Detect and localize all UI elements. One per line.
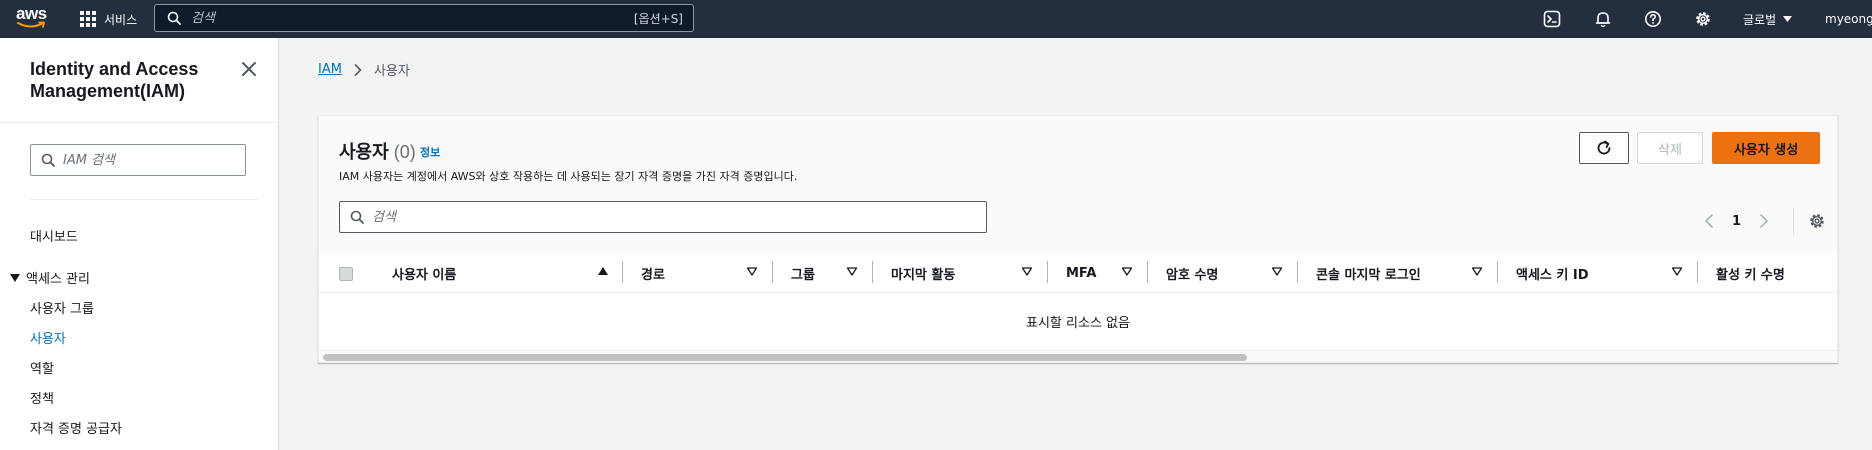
users-search-input[interactable] [372,209,972,225]
sort-icon[interactable] [1271,265,1283,277]
chevron-right-icon [354,63,362,76]
chevron-left-icon[interactable] [1704,213,1714,229]
column-divider[interactable] [772,261,773,283]
sort-icon[interactable] [1021,265,1033,277]
grid-icon [80,11,96,27]
column-header-console-last-sign-in[interactable]: 콘솔 마지막 로그인 [1316,253,1421,293]
sidebar-item-policies[interactable]: 정책 [30,388,54,407]
panel-header: 사용자 (0) 정보 IAM 사용자는 계정에서 AWS와 상호 작용하는 데 … [319,116,1837,253]
sidebar-section-label: 액세스 관리 [26,272,90,287]
sort-icon[interactable] [1671,265,1683,277]
close-icon[interactable] [240,60,258,78]
info-link[interactable]: 정보 [420,144,440,160]
search-icon [167,11,181,25]
services-menu[interactable]: 서비스 [80,0,137,38]
services-label: 서비스 [104,12,138,27]
column-divider[interactable] [1047,261,1048,283]
sidebar-divider [0,122,279,123]
column-header-user-name[interactable]: 사용자 이름 [392,253,456,293]
column-divider[interactable] [1497,261,1498,283]
caret-down-icon [10,273,20,282]
select-all-checkbox[interactable] [339,267,353,281]
sidebar-search[interactable] [30,144,246,176]
panel-title-text: 사용자 [339,142,389,162]
top-navigation: aws 서비스 [옵션+S] [0,0,1872,38]
sidebar: Identity and Access Management(IAM) 대시보드… [0,38,279,450]
panel-description: IAM 사용자는 계정에서 AWS와 상호 작용하는 데 사용되는 장기 자격 … [339,170,798,183]
aws-logo-text: aws [16,4,47,23]
sidebar-item-dashboard[interactable]: 대시보드 [30,226,78,245]
column-header-access-key-id[interactable]: 액세스 키 ID [1516,253,1589,293]
cloudshell-icon[interactable] [1542,9,1562,29]
search-shortcut: [옵션+S] [633,11,683,26]
panel-title: 사용자 (0) [339,138,416,164]
users-search[interactable] [339,201,987,233]
horizontal-scrollbar[interactable] [319,350,1837,362]
column-header-path[interactable]: 경로 [641,253,665,293]
sidebar-item-roles[interactable]: 역할 [30,358,54,377]
refresh-icon [1597,140,1611,155]
create-user-button[interactable]: 사용자 생성 [1712,132,1820,164]
column-divider[interactable] [872,261,873,283]
chevron-right-icon[interactable] [1759,213,1769,229]
sort-icon[interactable] [1121,265,1133,277]
region-label: 글로벌 [1743,12,1777,27]
breadcrumb-current: 사용자 [373,64,410,79]
account-label: myeongs [1825,12,1872,26]
column-divider[interactable] [622,261,623,283]
sidebar-section-access-management[interactable]: 액세스 관리 [10,268,90,287]
column-header-groups[interactable]: 그룹 [791,253,815,293]
sort-ascending-icon[interactable] [597,265,609,277]
global-search-input[interactable] [191,10,634,26]
sort-icon[interactable] [1471,265,1483,277]
pager-divider [1793,208,1795,234]
help-icon[interactable] [1643,9,1663,29]
aws-smile-icon [17,21,46,28]
search-icon [350,210,364,224]
region-selector[interactable]: 글로벌 [1743,0,1793,38]
user-count: (0) [393,142,416,162]
column-header-last-activity[interactable]: 마지막 활동 [891,253,955,293]
breadcrumb: IAM 사용자 [318,60,410,79]
column-header-active-key-age[interactable]: 활성 키 수명 [1716,253,1785,293]
delete-button[interactable]: 삭제 [1637,132,1703,164]
empty-state-message: 표시할 리소스 없음 [1026,315,1130,331]
column-header-mfa[interactable]: MFA [1066,253,1096,293]
sidebar-item-users[interactable]: 사용자 [30,328,66,347]
sidebar-title[interactable]: Identity and Access Management(IAM) [30,58,230,102]
column-divider[interactable] [1697,261,1698,283]
notifications-bell-icon[interactable] [1593,9,1613,29]
caret-down-icon [1783,16,1793,22]
sidebar-item-user-groups[interactable]: 사용자 그룹 [30,298,94,317]
breadcrumb-iam-link[interactable]: IAM [318,62,342,77]
column-divider[interactable] [1147,261,1148,283]
sort-icon[interactable] [746,265,758,277]
sidebar-search-input[interactable] [63,152,233,168]
sort-icon[interactable] [846,265,858,277]
page-number[interactable]: 1 [1732,214,1741,229]
pagination: 1 [1704,208,1826,234]
column-header-password-age[interactable]: 암호 수명 [1166,253,1218,293]
aws-logo[interactable]: aws [16,5,50,31]
table-settings-gear-icon[interactable] [1808,212,1826,230]
global-search[interactable]: [옵션+S] [154,4,694,32]
search-icon [41,153,55,167]
sidebar-divider [30,199,258,200]
users-panel: 사용자 (0) 정보 IAM 사용자는 계정에서 AWS와 상호 작용하는 데 … [318,115,1838,363]
table-header: 사용자 이름 경로 그룹 마지막 활동 MFA 암호 수명 콘솔 마지막 로그인… [319,253,1837,293]
account-menu[interactable]: myeongs [1825,0,1872,38]
scrollbar-thumb[interactable] [323,354,1247,361]
refresh-button[interactable] [1579,132,1629,164]
sidebar-item-identity-providers[interactable]: 자격 증명 공급자 [30,418,122,437]
settings-gear-icon[interactable] [1693,9,1713,29]
column-divider[interactable] [1297,261,1298,283]
